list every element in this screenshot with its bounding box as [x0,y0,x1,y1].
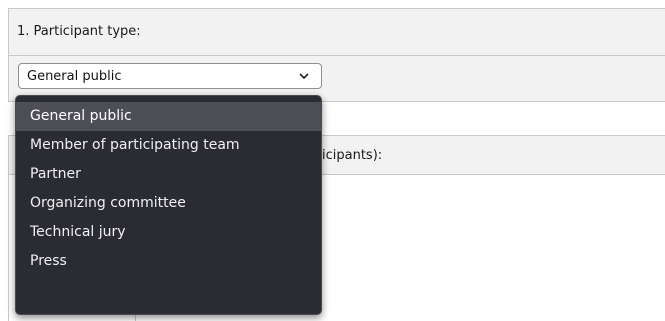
participant-type-select[interactable]: General public [18,63,322,89]
dropdown-option-technical-jury[interactable]: Technical jury [16,218,321,247]
dropdown-option-member-of-participating-team[interactable]: Member of participating team [16,131,321,160]
participant-type-dropdown-list[interactable]: General public Member of participating t… [15,95,322,315]
chevron-down-icon [299,73,309,80]
dropdown-option-organizing-committee[interactable]: Organizing committee [16,189,321,218]
question-label: icipants): [322,148,383,163]
select-value: General public [27,69,122,84]
dropdown-option-press[interactable]: Press [16,247,321,276]
page: 1. Participant type: General public icip… [0,0,665,321]
question-label: 1. Participant type: [17,24,141,39]
dropdown-option-partner[interactable]: Partner [16,160,321,189]
question-participant-type: 1. Participant type: General public [8,8,665,102]
dropdown-option-general-public[interactable]: General public [16,102,321,131]
divider [9,55,665,56]
